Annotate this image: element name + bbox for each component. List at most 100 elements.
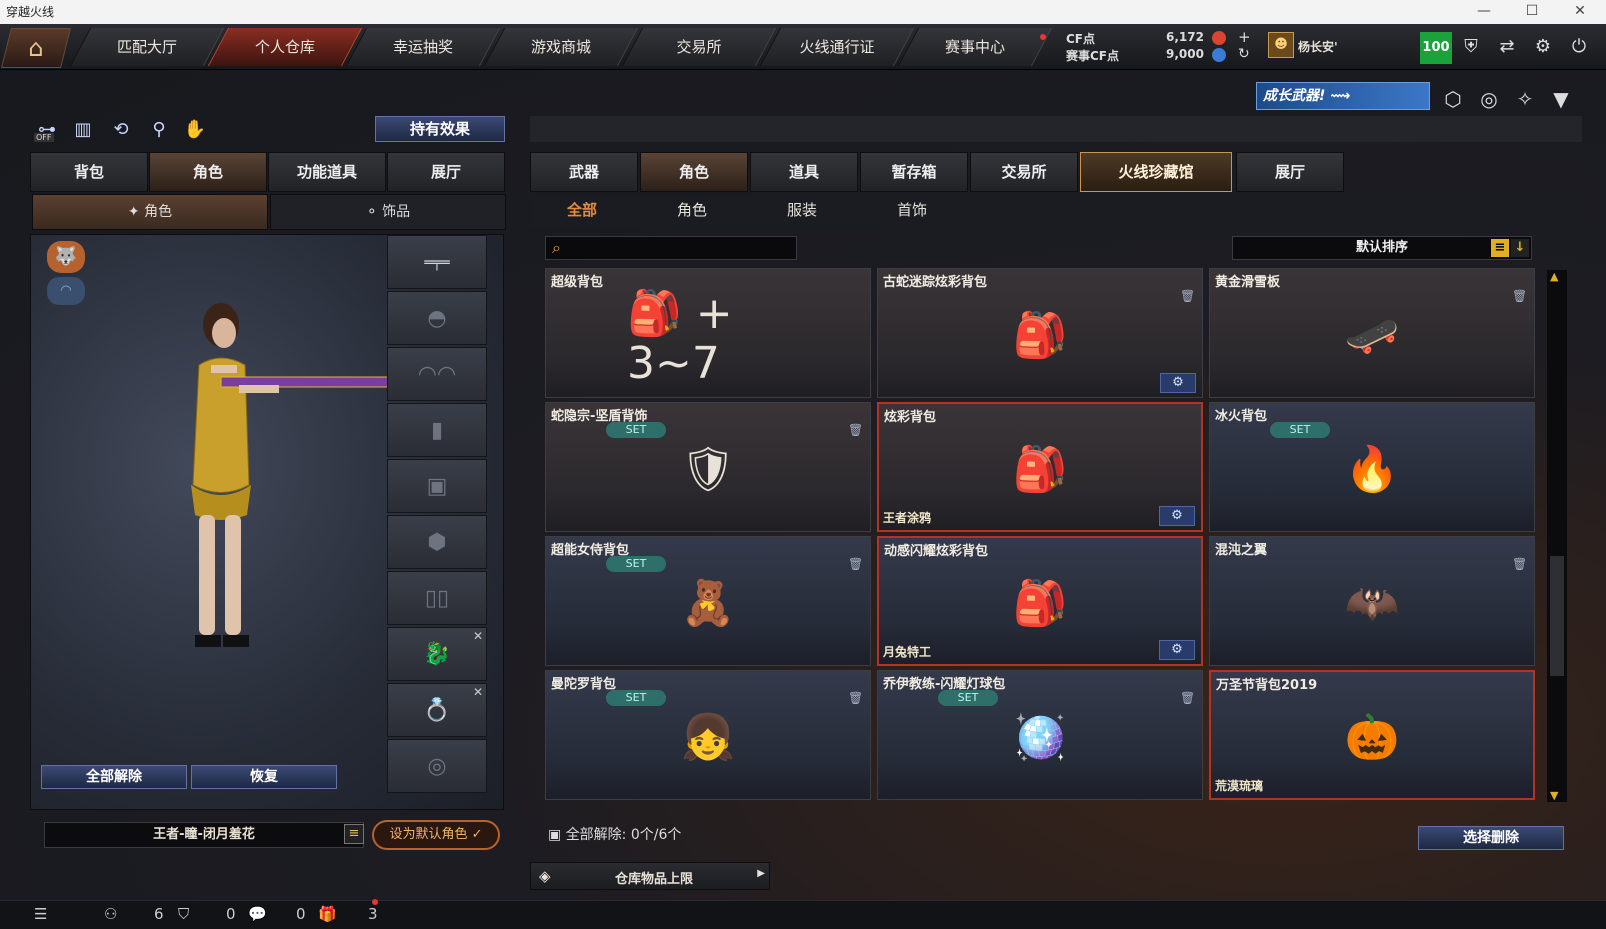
nav-tab-personal-warehouse[interactable]: 个人仓库 <box>207 28 363 66</box>
sort-dropdown[interactable]: 默认排序 ≡ ↓ <box>1232 236 1532 260</box>
globe-icon[interactable]: ◎ <box>1474 84 1504 114</box>
subtab-character[interactable]: ✦ 角色 <box>32 194 268 230</box>
item-card[interactable]: 万圣节背包2019 🎃 荒漠琉璃 <box>1209 670 1535 800</box>
item-card[interactable]: 炫彩背包 🎒 王者涂鸦 ⚙ <box>877 402 1203 532</box>
left-tab-backpack[interactable]: 背包 <box>30 152 148 192</box>
trash-icon[interactable]: 🗑 <box>848 691 863 707</box>
item-card[interactable]: 乔伊教练-闪耀灯球包 SET 🗑 🪩 <box>877 670 1203 800</box>
nav-tab-battle-pass[interactable]: 火线通行证 <box>759 28 915 66</box>
gear-icon[interactable]: ⚙ <box>1159 506 1195 526</box>
filter-all[interactable]: 全部 <box>527 198 637 222</box>
slot-weapon[interactable]: ═╤═ <box>387 235 487 289</box>
wing-icon[interactable]: ▼ <box>1546 84 1576 114</box>
right-tab-collection[interactable]: 火线珍藏馆 <box>1080 152 1232 192</box>
power-icon[interactable]: ⏻ <box>1564 32 1594 62</box>
scroll-thumb[interactable] <box>1550 556 1564 676</box>
slot-vest[interactable]: ▮ <box>387 403 487 457</box>
nav-tab-lucky-draw[interactable]: 幸运抽奖 <box>345 28 501 66</box>
slot-armor[interactable]: ⬢ <box>387 515 487 569</box>
close-button[interactable]: ✕ <box>1558 0 1602 24</box>
minimize-button[interactable]: — <box>1462 0 1506 24</box>
shield-icon[interactable]: ⛨ <box>1456 32 1486 62</box>
stats-icon[interactable]: ▥ <box>70 117 96 143</box>
gift-icon[interactable]: 🎁 <box>318 905 337 923</box>
friends-icon[interactable]: ⚇ <box>104 905 117 923</box>
chat-icon[interactable]: 💬 <box>248 905 267 923</box>
unequip-summary: ▣ 全部解除: 0个/6个 <box>548 827 682 843</box>
badge-icon[interactable]: ⬡ <box>1438 84 1468 114</box>
home-button[interactable]: ⌂ <box>1 28 71 68</box>
left-tab-showroom[interactable]: 展厅 <box>387 152 505 192</box>
item-card[interactable]: 蛇隐宗-坚盾背饰 SET 🗑 🛡 <box>545 402 871 532</box>
scroll-down-icon[interactable]: ▼ <box>1550 789 1558 802</box>
list-icon[interactable]: ≡ <box>1491 239 1509 257</box>
gear-icon[interactable]: ⚙ <box>1528 32 1558 62</box>
add-currency-button[interactable]: + <box>1238 28 1251 46</box>
item-card[interactable]: 黄金滑雪板 🗑 🛹 <box>1209 268 1535 398</box>
refresh-icon[interactable]: ↻ <box>1238 46 1250 62</box>
filter-clothing[interactable]: 服装 <box>747 198 857 222</box>
trash-icon[interactable]: 🗑 <box>1180 289 1195 305</box>
item-card[interactable]: 混沌之翼 🗑 🦇 <box>1209 536 1535 666</box>
slot-backpack[interactable]: ▣ <box>387 459 487 513</box>
restore-button[interactable]: 恢复 <box>191 765 337 789</box>
search-input[interactable]: ⌕ <box>545 236 797 260</box>
set-default-character-button[interactable]: 设为默认角色 ✓ <box>372 820 500 850</box>
right-tab-weapon[interactable]: 武器 <box>530 152 638 192</box>
nav-tab-game-mall[interactable]: 游戏商城 <box>483 28 639 66</box>
shield-icon[interactable]: ⛉ <box>178 905 189 923</box>
remove-icon[interactable]: ✕ <box>473 609 483 663</box>
item-card[interactable]: 冰火背包 SET 🔥 <box>1209 402 1535 532</box>
growth-weapon-banner[interactable]: 成长武器! ⟿ <box>1256 82 1430 110</box>
return-icon[interactable]: ⇄ <box>1492 32 1522 62</box>
right-tab-exchange[interactable]: 交易所 <box>970 152 1078 192</box>
arrow-down-icon[interactable]: ↓ <box>1511 239 1529 257</box>
nav-tab-match-lobby[interactable]: 匹配大厅 <box>69 28 225 66</box>
menu-icon[interactable]: ☰ <box>34 905 47 923</box>
effect-button[interactable]: 持有效果 <box>375 116 505 142</box>
unequip-all-button[interactable]: 全部解除 <box>41 765 187 789</box>
trash-icon[interactable]: 🗑 <box>848 557 863 573</box>
nav-tab-exchange[interactable]: 交易所 <box>621 28 777 66</box>
rotate-icon[interactable]: ⟲ <box>108 117 134 143</box>
mask-icon[interactable]: ◠ <box>47 277 85 305</box>
right-tab-showroom[interactable]: 展厅 <box>1236 152 1344 192</box>
left-tab-function-items[interactable]: 功能道具 <box>268 152 386 192</box>
warehouse-limit-bar[interactable]: ◈ 仓库物品上限 ▶ <box>530 862 770 890</box>
trash-icon[interactable]: 🗑 <box>848 423 863 439</box>
scrollbar[interactable]: ▲ ▼ <box>1547 270 1567 802</box>
slot-glasses[interactable]: ◠◠ <box>387 347 487 401</box>
slot-helmet[interactable]: ◓ <box>387 291 487 345</box>
gear-icon[interactable]: ⚙ <box>1159 640 1195 660</box>
checkbox[interactable]: ▣ <box>548 827 566 843</box>
item-card[interactable]: 动感闪耀炫彩背包 🎒 月兔特工 ⚙ <box>877 536 1203 666</box>
hand-icon[interactable]: ✋ <box>182 117 208 143</box>
item-card[interactable]: 超级背包 🎒 + 3~7 <box>545 268 871 398</box>
wolf-icon[interactable]: 🐺 <box>47 241 85 273</box>
trash-icon[interactable]: 🗑 <box>1512 557 1527 573</box>
slot-extra[interactable]: ◎ <box>387 739 487 793</box>
pose-icon[interactable]: ⚲ <box>146 117 172 143</box>
filter-jewelry[interactable]: 首饰 <box>857 198 967 222</box>
remove-icon[interactable]: ✕ <box>473 665 483 719</box>
filter-character[interactable]: 角色 <box>637 198 747 222</box>
subtab-accessory[interactable]: ⚬ 饰品 <box>270 194 506 230</box>
slot-ring[interactable]: 💍 ✕ <box>387 683 487 737</box>
maximize-button[interactable]: ☐ <box>1510 0 1554 24</box>
scroll-up-icon[interactable]: ▲ <box>1550 270 1558 283</box>
right-tab-items[interactable]: 道具 <box>750 152 858 192</box>
item-card[interactable]: 古蛇迷踪炫彩背包 🗑 🎒 ⚙ <box>877 268 1203 398</box>
list-icon[interactable]: ≡ <box>344 824 364 844</box>
left-tab-character[interactable]: 角色 <box>149 152 267 192</box>
trash-icon[interactable]: 🗑 <box>1512 289 1527 305</box>
nav-tab-tournament[interactable]: 赛事中心 <box>897 28 1053 66</box>
right-tab-storage[interactable]: 暂存箱 <box>860 152 968 192</box>
trash-icon[interactable]: 🗑 <box>1180 691 1195 707</box>
item-card[interactable]: 曼陀罗背包 SET 🗑 👧 <box>545 670 871 800</box>
item-card[interactable]: 超能女侍背包 SET 🗑 🧸 <box>545 536 871 666</box>
right-tab-character[interactable]: 角色 <box>640 152 748 192</box>
gear-icon[interactable]: ⚙ <box>1160 373 1196 393</box>
avatar[interactable]: ☻ <box>1268 32 1294 58</box>
select-delete-button[interactable]: 选择删除 <box>1418 826 1564 850</box>
cat-icon[interactable]: ✧ <box>1510 84 1540 114</box>
